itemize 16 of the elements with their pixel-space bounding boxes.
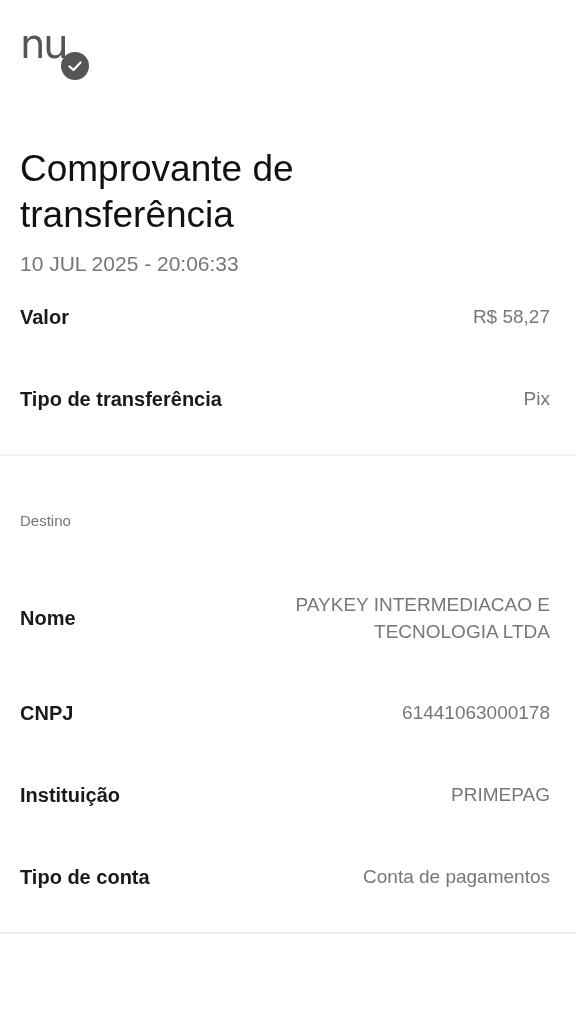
field-value: Pix [523, 386, 550, 411]
field-value: R$ 58,27 [472, 304, 550, 329]
section-heading: Destino [19, 511, 72, 531]
field-label: Tipo de transferência [20, 387, 222, 411]
field-label: CNPJ [20, 701, 74, 725]
field-label: Tipo de conta [20, 865, 150, 889]
field-value: PRIMEPAG [451, 782, 550, 807]
page-title: Comprovante de transferência [19, 147, 295, 237]
field-value: Conta de pagamentos [363, 864, 550, 889]
field-label: Instituição [20, 783, 120, 807]
field-value: 61441063000178 [402, 700, 550, 725]
date-time: 10 JUL 2025 - 20:06:33 [19, 251, 240, 276]
logo: nu [20, 24, 67, 64]
field-label: Nome [20, 607, 76, 631]
field-label: Valor [20, 305, 69, 329]
field-value: PAYKEY INTERMEDIACAO E TECNOLOGIA LTDA [294, 593, 550, 644]
